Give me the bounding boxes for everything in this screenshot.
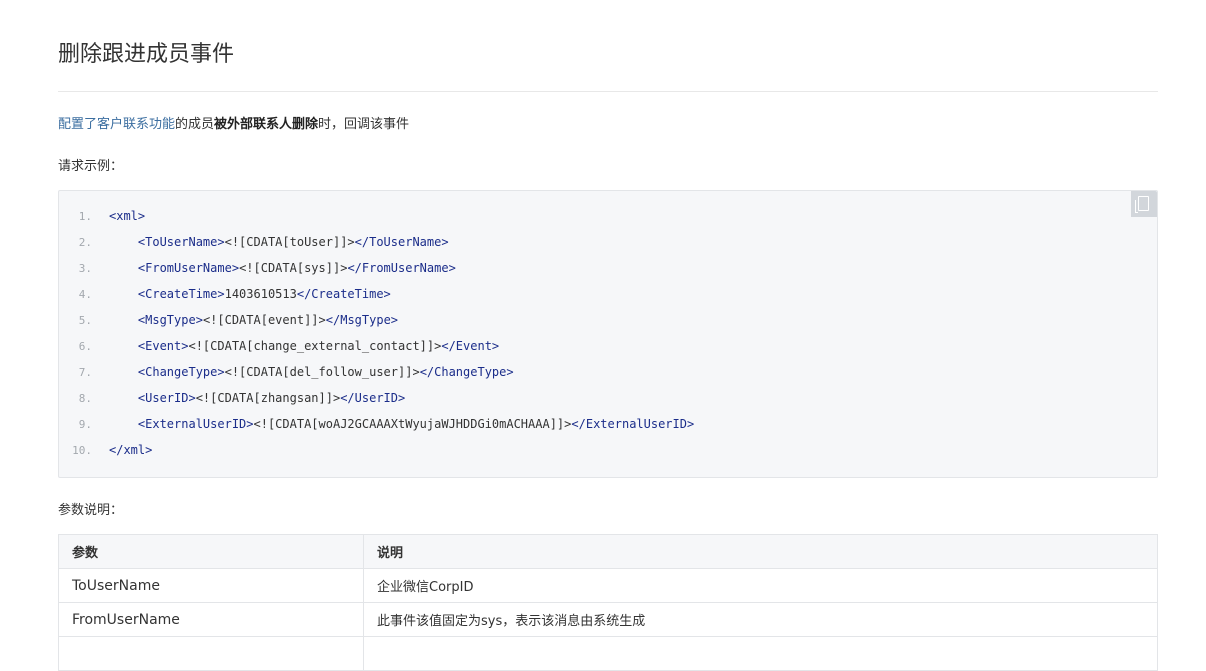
xml-close-tag: </UserID> xyxy=(340,391,406,405)
code-content: </xml> xyxy=(109,437,152,463)
xml-close-tag: </ChangeType> xyxy=(419,365,514,379)
xml-open-tag: <MsgType> xyxy=(137,313,203,327)
header-description: 说明 xyxy=(363,534,1158,569)
intro-text-2: 时，回调该事件 xyxy=(318,117,410,132)
code-content: <FromUserName><![CDATA[sys]]></FromUserN… xyxy=(109,255,456,281)
title-divider xyxy=(58,91,1158,92)
param-description: 企业微信CorpID xyxy=(363,568,1158,603)
code-content: <CreateTime>1403610513</CreateTime> xyxy=(109,281,391,307)
xml-value: <![CDATA[event]]> xyxy=(202,313,326,327)
xml-close-tag: </ExternalUserID> xyxy=(571,417,695,431)
param-table: 参数 说明 ToUserName 企业微信CorpID FromUserName… xyxy=(58,534,1158,671)
param-name: FromUserName xyxy=(58,602,364,637)
params-label: 参数说明： xyxy=(58,503,124,518)
code-content: <MsgType><![CDATA[event]]></MsgType> xyxy=(109,307,398,333)
xml-value: <![CDATA[woAJ2GCAAAXtWyujaWJHDDGi0mACHAA… xyxy=(253,417,572,431)
xml-open-tag: <ExternalUserID> xyxy=(137,417,254,431)
customer-contact-link[interactable]: 配置了客户联系功能 xyxy=(58,117,175,132)
param-description: 此事件该值固定为sys，表示该消息由系统生成 xyxy=(363,602,1158,637)
intro-paragraph: 配置了客户联系功能的成员被外部联系人删除时，回调该事件 xyxy=(58,114,409,136)
header-param: 参数 xyxy=(58,534,364,569)
code-content: <xml> xyxy=(109,203,145,229)
xml-open-tag: <Event> xyxy=(137,339,189,353)
table-header-row: 参数 说明 xyxy=(58,534,1158,569)
xml-open-tag: <FromUserName> xyxy=(137,261,240,275)
code-line: 4. <CreateTime>1403610513</CreateTime> xyxy=(59,281,391,307)
param-name: ToUserName xyxy=(58,568,364,603)
xml-close-tag: </MsgType> xyxy=(325,313,399,327)
copy-icon xyxy=(1135,196,1149,213)
code-line: 7. <ChangeType><![CDATA[del_follow_user]… xyxy=(59,359,514,385)
xml-value: <![CDATA[del_follow_user]]> xyxy=(224,365,420,379)
xml-value: <![CDATA[toUser]]> xyxy=(224,235,355,249)
doc-page: 删除跟进成员事件 配置了客户联系功能的成员被外部联系人删除时，回调该事件 请求示… xyxy=(0,0,1206,671)
line-number: 10. xyxy=(72,444,92,457)
xml-open-tag: <CreateTime> xyxy=(137,287,225,301)
xml-value: 1403610513 xyxy=(224,287,297,301)
param-description xyxy=(363,636,1158,671)
code-line: 10. </xml> xyxy=(59,437,152,463)
xml-close-tag: </CreateTime> xyxy=(296,287,391,301)
xml-open-tag: <ChangeType> xyxy=(137,365,225,379)
param-name xyxy=(58,636,364,671)
code-line: 5. <MsgType><![CDATA[event]]></MsgType> xyxy=(59,307,398,333)
request-example-label: 请求示例： xyxy=(58,159,124,174)
code-content: <ExternalUserID><![CDATA[woAJ2GCAAAXtWyu… xyxy=(109,411,694,437)
xml-open-tag: </xml> xyxy=(109,443,153,457)
code-line: 3. <FromUserName><![CDATA[sys]]></FromUs… xyxy=(59,255,456,281)
code-content: <Event><![CDATA[change_external_contact]… xyxy=(109,333,499,359)
code-content: <UserID><![CDATA[zhangsan]]></UserID> xyxy=(109,385,405,411)
xml-close-tag: </FromUserName> xyxy=(347,261,456,275)
xml-value: <![CDATA[zhangsan]]> xyxy=(195,391,341,405)
xml-close-tag: </Event> xyxy=(441,339,500,353)
xml-close-tag: </ToUserName> xyxy=(354,235,449,249)
line-number: 9. xyxy=(78,418,92,431)
table-row: FromUserName 此事件该值固定为sys，表示该消息由系统生成 xyxy=(58,602,1158,637)
code-line: 6. <Event><![CDATA[change_external_conta… xyxy=(59,333,499,359)
intro-text-1: 的成员 xyxy=(175,117,215,132)
copy-button[interactable] xyxy=(1131,191,1157,217)
xml-value: <![CDATA[sys]]> xyxy=(239,261,348,275)
code-line: 2. <ToUserName><![CDATA[toUser]]></ToUse… xyxy=(59,229,449,255)
xml-open-tag: <xml> xyxy=(109,209,146,223)
code-line: 8. <UserID><![CDATA[zhangsan]]></UserID> xyxy=(59,385,405,411)
xml-open-tag: <ToUserName> xyxy=(137,235,225,249)
line-number: 8. xyxy=(78,392,92,405)
line-number: 3. xyxy=(78,262,92,275)
code-content: <ToUserName><![CDATA[toUser]]></ToUserNa… xyxy=(109,229,449,255)
code-line: 9. <ExternalUserID><![CDATA[woAJ2GCAAAXt… xyxy=(59,411,694,437)
line-number: 1. xyxy=(78,210,92,223)
line-number: 7. xyxy=(78,366,92,379)
code-content: <ChangeType><![CDATA[del_follow_user]]><… xyxy=(109,359,514,385)
line-number: 5. xyxy=(78,314,92,327)
page-title: 删除跟进成员事件 xyxy=(58,42,235,67)
line-number: 6. xyxy=(78,340,92,353)
table-row xyxy=(58,636,1158,671)
intro-bold-text: 被外部联系人删除 xyxy=(214,117,319,132)
xml-value: <![CDATA[change_external_contact]]> xyxy=(188,339,442,353)
code-block: 1. <xml> 2. <ToUserName><![CDATA[toUser]]>… xyxy=(58,190,1158,478)
xml-open-tag: <UserID> xyxy=(137,391,196,405)
line-number: 2. xyxy=(78,236,92,249)
line-number: 4. xyxy=(78,288,92,301)
code-line: 1. <xml> xyxy=(59,203,145,229)
table-row: ToUserName 企业微信CorpID xyxy=(58,568,1158,603)
